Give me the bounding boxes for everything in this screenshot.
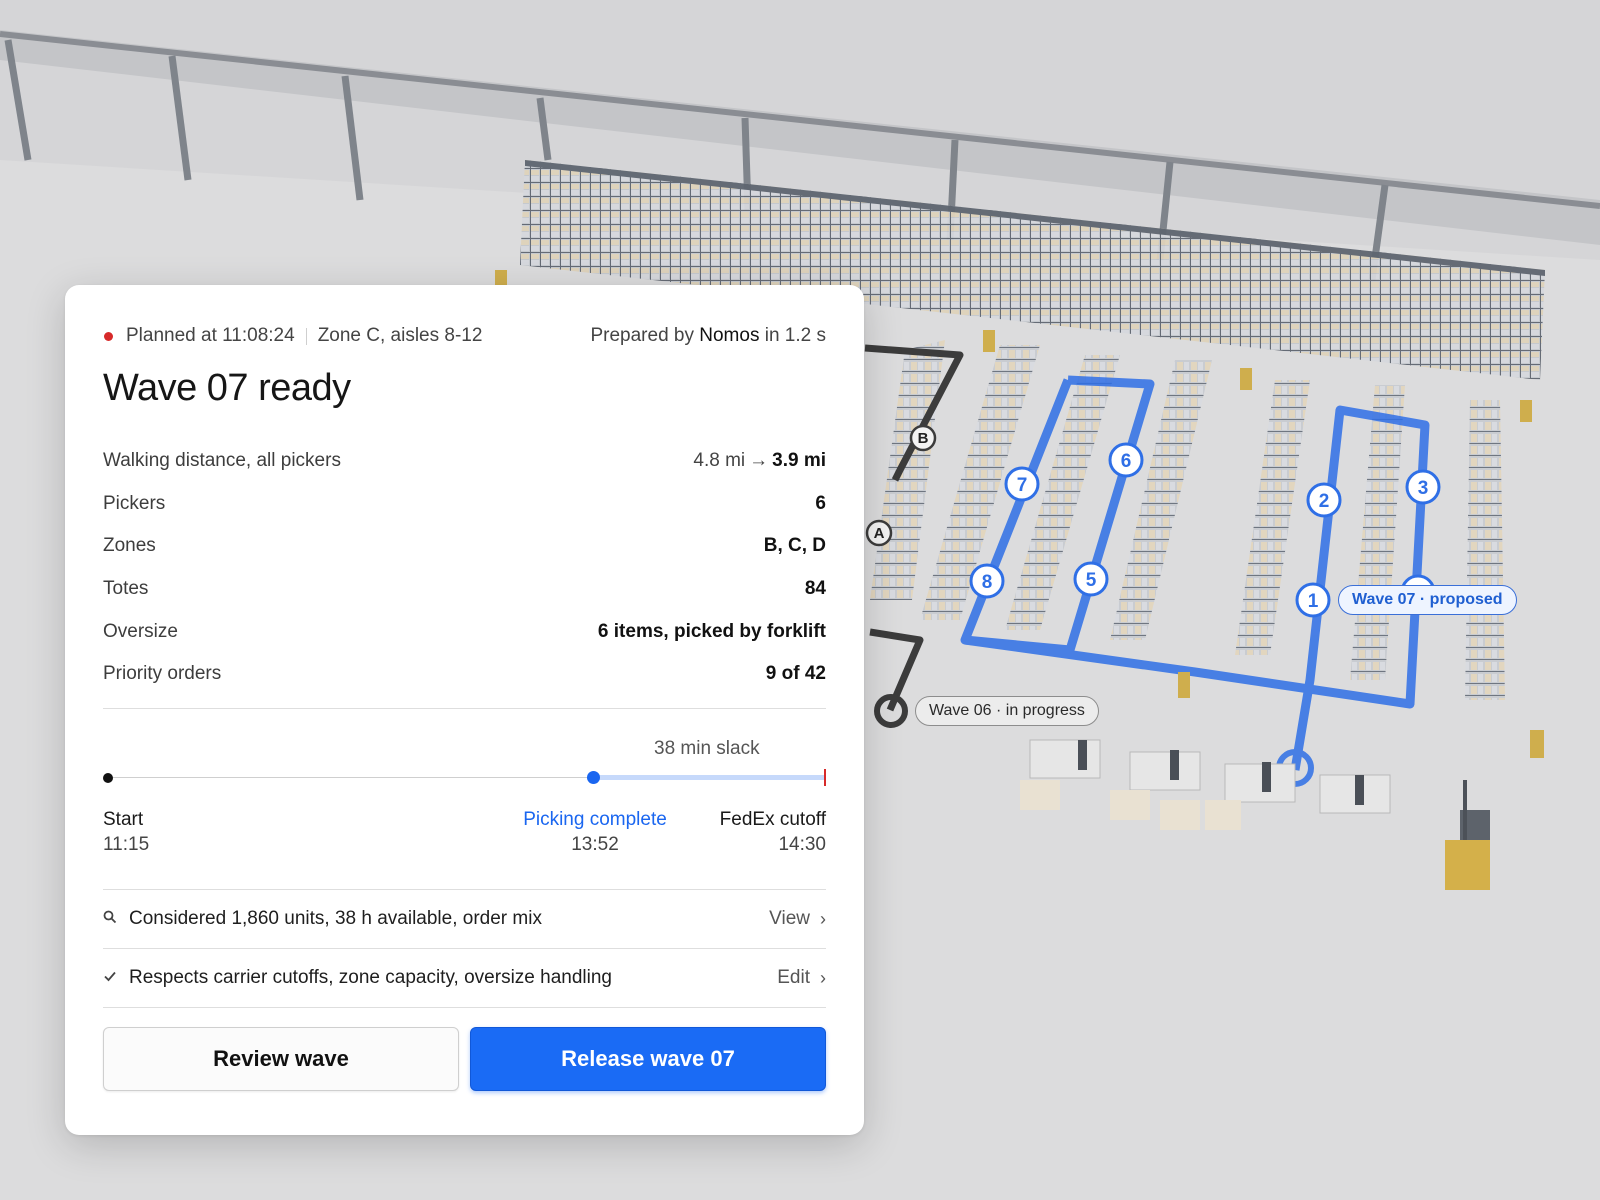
chevron-right-icon: › — [820, 908, 826, 929]
constraints-text: Respects carrier cutoffs, zone capacity,… — [129, 967, 612, 988]
stop-6-label: 6 — [1121, 451, 1132, 472]
edit-link[interactable]: Edit › — [777, 967, 826, 989]
picking-complete-time: 13:52 — [571, 834, 619, 855]
check-icon — [103, 969, 129, 988]
view-label: View — [769, 908, 810, 929]
meta-separator — [305, 327, 307, 345]
svg-text:B: B — [918, 430, 929, 447]
stop-marker-7[interactable]: 7 — [1004, 466, 1040, 502]
stat-value: 9 of 42 — [765, 663, 826, 685]
stop-marker-1[interactable]: 1 — [1295, 582, 1331, 618]
cutoff-marker — [824, 769, 826, 786]
stat-totes: Totes 84 — [103, 568, 826, 611]
release-wave-button[interactable]: Release wave 07 — [470, 1027, 826, 1091]
start-dot — [103, 773, 113, 783]
distance-before: 4.8 mi — [693, 450, 746, 472]
edit-label: Edit — [777, 967, 810, 988]
prepared-by: Prepared by Nomos in 1.2 s — [590, 325, 826, 347]
wave06-label[interactable]: Wave 06 · in progress — [915, 696, 1099, 726]
marker-a[interactable]: A — [865, 519, 893, 547]
wave07-label[interactable]: Wave 07 · proposed — [1338, 585, 1517, 615]
planned-at: Planned at 11:08:24 — [126, 325, 295, 346]
start-time: 11:15 — [103, 834, 150, 855]
stat-label: Walking distance, all pickers — [103, 450, 341, 472]
stats-list: Walking distance, all pickers 4.8 mi → 3.9… — [103, 440, 826, 696]
stat-value: B, C, D — [763, 535, 826, 557]
stat-value: 4.8 mi → 3.9 mi — [693, 450, 826, 472]
considered-text: Considered 1,860 units, 38 h available, … — [129, 908, 542, 929]
stat-zones: Zones B, C, D — [103, 525, 826, 568]
stop-7-label: 7 — [1017, 475, 1028, 496]
stat-priority-orders: Priority orders 9 of 42 — [103, 653, 826, 696]
review-wave-button[interactable]: Review wave — [103, 1027, 459, 1091]
stop-marker-3[interactable]: 3 — [1405, 469, 1441, 505]
stat-label: Totes — [103, 578, 149, 600]
slack-label: 38 min slack — [654, 738, 760, 759]
stat-label: Zones — [103, 535, 156, 557]
constraints-row: Respects carrier cutoffs, zone capacity,… — [103, 949, 826, 1007]
picking-complete-label: Picking complete — [523, 809, 667, 830]
marker-b[interactable]: B — [909, 424, 937, 452]
divider — [103, 708, 826, 709]
divider — [103, 1007, 826, 1008]
cutoff-time: 14:30 — [778, 834, 826, 855]
cutoff-label: FedEx cutoff — [719, 809, 826, 830]
stat-label: Priority orders — [103, 663, 222, 685]
stop-marker-5[interactable]: 5 — [1073, 561, 1109, 597]
status-dot — [104, 331, 113, 341]
stat-label: Oversize — [103, 620, 178, 642]
stop-marker-6[interactable]: 6 — [1108, 442, 1144, 478]
stat-value: 84 — [804, 578, 826, 600]
stop-5-label: 5 — [1086, 570, 1097, 591]
prepared-prefix: Prepared by — [590, 325, 694, 346]
stop-marker-2[interactable]: 2 — [1306, 482, 1342, 518]
card-meta: Planned at 11:08:24 Zone C, aisles 8-12 … — [103, 325, 826, 349]
timeline-start: Start 11:15 — [103, 807, 149, 857]
distance-after: 3.9 mi — [772, 450, 826, 472]
timeline-cutoff: FedEx cutoff 14:30 — [720, 807, 826, 857]
stop-8-label: 8 — [982, 572, 993, 593]
stop-1-label: 1 — [1308, 591, 1319, 612]
stop-marker-8[interactable]: 8 — [969, 563, 1005, 599]
zone-info: Zone C, aisles 8-12 — [317, 325, 483, 346]
stat-oversize: Oversize 6 items, picked by forklift — [103, 610, 826, 653]
start-label: Start — [103, 809, 144, 830]
stat-value: 6 — [815, 492, 826, 514]
svg-text:A: A — [874, 525, 885, 542]
stat-pickers: Pickers 6 — [103, 483, 826, 526]
agent-name: Nomos — [699, 325, 760, 346]
arrow-icon: → — [749, 450, 769, 472]
chevron-right-icon: › — [820, 967, 826, 988]
timeline-picking-complete: Picking complete 13:52 — [485, 807, 705, 857]
stat-value: 6 items, picked by forklift — [597, 620, 826, 642]
picking-complete-dot[interactable] — [587, 771, 600, 784]
slack-bar — [593, 775, 826, 780]
search-icon — [103, 910, 129, 929]
stop-2-label: 2 — [1319, 491, 1330, 512]
wave-card: Planned at 11:08:24 Zone C, aisles 8-12 … — [65, 285, 864, 1135]
card-title: Wave 07 ready — [103, 367, 351, 409]
stop-3-label: 3 — [1418, 478, 1429, 499]
timeline — [103, 763, 826, 793]
prepared-suffix: in 1.2 s — [764, 325, 826, 346]
stat-walking-distance: Walking distance, all pickers 4.8 mi → 3.9… — [103, 440, 826, 483]
considered-row: Considered 1,860 units, 38 h available, … — [103, 890, 826, 948]
stat-label: Pickers — [103, 492, 166, 514]
view-link[interactable]: View › — [769, 908, 826, 930]
